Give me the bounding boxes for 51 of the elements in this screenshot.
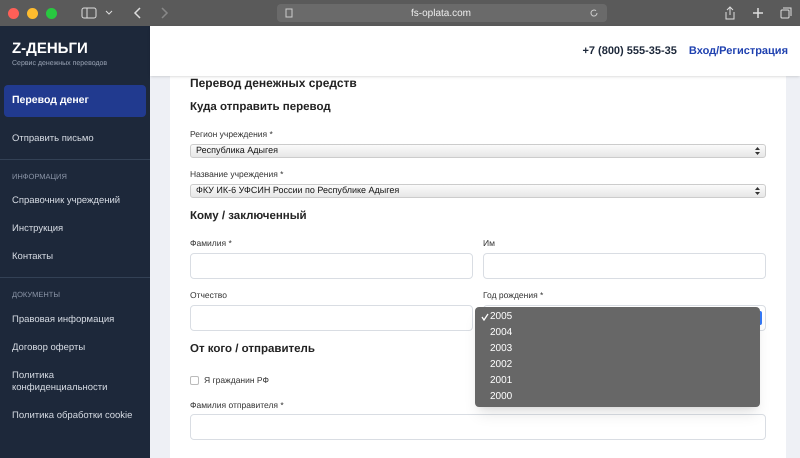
sidebar-item[interactable]: Справочник учреждений — [0, 187, 150, 216]
dropdown-option[interactable]: 2003 — [475, 340, 760, 357]
chevron-down-icon[interactable] — [105, 10, 113, 16]
field-label: Отчество — [190, 288, 228, 302]
section-heading: Кому / заключенный — [190, 208, 307, 224]
tabs-icon[interactable] — [780, 7, 792, 19]
reload-icon[interactable] — [589, 8, 599, 18]
dropdown-option[interactable]: 2000 — [475, 388, 760, 405]
login-link[interactable]: Вход/Регистрация — [688, 42, 788, 60]
forward-icon[interactable] — [161, 7, 169, 19]
url-text: fs-oplata.com — [410, 6, 472, 20]
sidebar-icon[interactable] — [81, 7, 97, 19]
form-title: Перевод денежных средств — [190, 77, 358, 89]
dropdown-option[interactable]: 2001 — [475, 372, 760, 389]
sidebar-item[interactable]: Политика обработки cookie — [0, 402, 150, 430]
text-input[interactable] — [190, 252, 473, 279]
field-label: Год рождения * — [483, 288, 544, 302]
sidebar-item[interactable]: Перевод денег — [4, 85, 146, 117]
brand-name: Z-ДЕНЬГИ — [12, 40, 89, 59]
sidebar-item[interactable]: Правовая информация — [0, 306, 150, 334]
sidebar-item[interactable]: Договор оферты — [0, 334, 150, 362]
share-icon[interactable] — [724, 6, 736, 20]
field-label: Регион учреждения * — [190, 128, 274, 141]
checkbox[interactable] — [190, 376, 199, 385]
text-input[interactable] — [190, 414, 766, 440]
text-input[interactable] — [483, 252, 766, 279]
plus-icon[interactable] — [752, 7, 764, 19]
field-label: Название учреждения * — [190, 168, 284, 181]
select-field[interactable]: Республика Адыгея — [190, 144, 766, 158]
phone-number: +7 (800) 555-35-35 — [582, 44, 677, 59]
sidebar-item[interactable]: Отправить письмо — [0, 125, 150, 153]
dropdown-option[interactable]: 2004 — [475, 324, 760, 341]
maximize-icon[interactable] — [46, 8, 57, 18]
field-label: Фамилия отправителя * — [190, 398, 285, 412]
back-icon[interactable] — [133, 7, 141, 19]
minimize-icon[interactable] — [27, 8, 38, 18]
field-label: Им — [483, 237, 496, 250]
section-heading: Куда отправить перевод — [190, 100, 331, 115]
section-heading: От кого / отправитель — [190, 342, 315, 356]
close-icon[interactable] — [8, 8, 19, 18]
select-field[interactable]: ФКУ ИК-6 УФСИН России по Республике Адыгея — [190, 184, 766, 198]
sidebar-item[interactable]: Политика конфиденциальности — [0, 362, 150, 402]
address-bar[interactable]: fs-oplata.com — [277, 4, 607, 22]
sidebar-item[interactable]: Инструкция — [0, 215, 150, 244]
sidebar-item[interactable]: Контакты — [0, 243, 150, 272]
checkbox-label: Я гражданин РФ — [204, 374, 269, 386]
page-icon — [285, 8, 293, 18]
text-input[interactable] — [190, 304, 473, 330]
dropdown-option[interactable]: 2002 — [475, 356, 760, 373]
dropdown-option[interactable]: 2005 — [475, 308, 760, 325]
field-label: Фамилия * — [190, 237, 233, 250]
